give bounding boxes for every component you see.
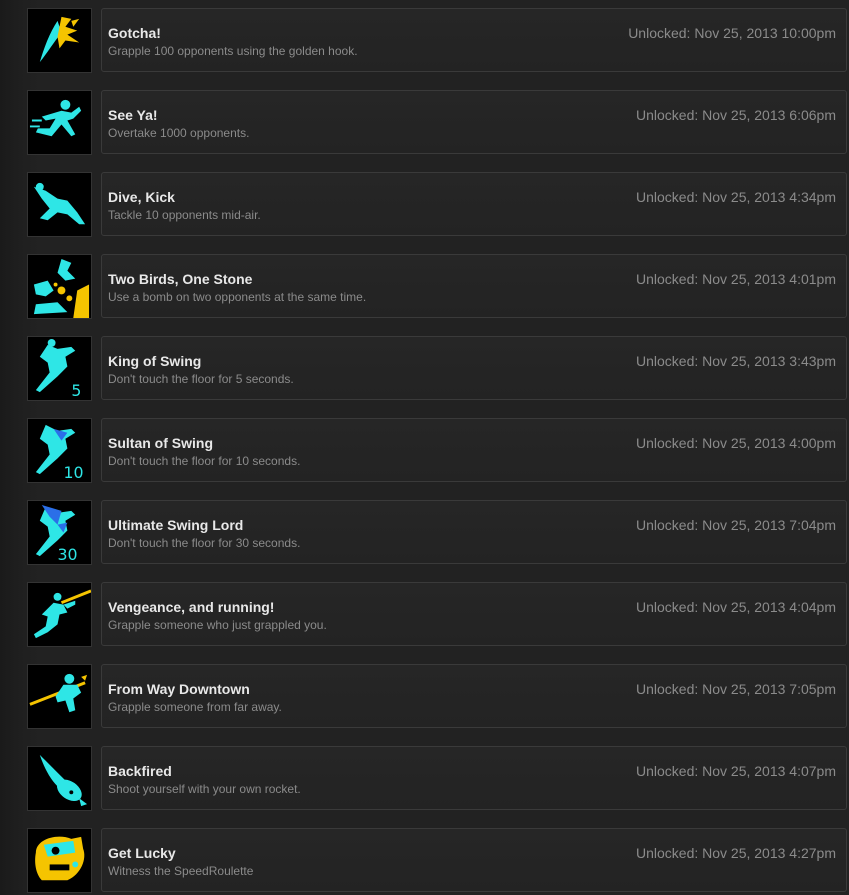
- swing-30-icon: 30: [27, 500, 92, 565]
- rocket-icon: [27, 746, 92, 811]
- achievement-card: King of Swing Don't touch the floor for …: [101, 336, 847, 400]
- unlock-date: Unlocked: Nov 25, 2013 4:00pm: [635, 435, 836, 451]
- unlock-date: Unlocked: Nov 25, 2013 4:27pm: [635, 845, 836, 861]
- bomb-explosion-icon: [27, 254, 92, 319]
- achievement-description: Tackle 10 opponents mid-air.: [108, 208, 261, 222]
- achievement-row[interactable]: Vengeance, and running! Grapple someone …: [0, 575, 849, 647]
- achievement-title: Sultan of Swing: [108, 435, 213, 451]
- achievement-card: Dive, Kick Tackle 10 opponents mid-air. …: [101, 172, 847, 236]
- achievement-row[interactable]: Get Lucky Witness the SpeedRoulette Unlo…: [0, 821, 849, 893]
- achievement-row[interactable]: 5 King of Swing Don't touch the floor fo…: [0, 329, 849, 401]
- icon-number: 30: [58, 545, 78, 564]
- achievement-description: Don't touch the floor for 5 seconds.: [108, 372, 294, 386]
- achievement-description: Grapple 100 opponents using the golden h…: [108, 44, 358, 58]
- unlock-date: Unlocked: Nov 25, 2013 4:04pm: [635, 599, 836, 615]
- icon-number: 10: [63, 463, 83, 482]
- achievement-title: Dive, Kick: [108, 189, 175, 205]
- achievement-description: Don't touch the floor for 30 seconds.: [108, 536, 301, 550]
- achievement-card: Backfired Shoot yourself with your own r…: [101, 746, 847, 810]
- roulette-face-icon: [27, 828, 92, 893]
- achievement-title: Get Lucky: [108, 845, 176, 861]
- achievement-title: See Ya!: [108, 107, 158, 123]
- icon-number: 5: [71, 381, 81, 400]
- unlock-date: Unlocked: Nov 25, 2013 7:05pm: [635, 681, 836, 697]
- achievement-title: Backfired: [108, 763, 172, 779]
- achievement-description: Grapple someone who just grappled you.: [108, 618, 327, 632]
- golden-hook-icon: [27, 8, 92, 73]
- achievement-description: Grapple someone from far away.: [108, 700, 282, 714]
- unlock-date: Unlocked: Nov 25, 2013 4:07pm: [635, 763, 836, 779]
- achievement-title: Ultimate Swing Lord: [108, 517, 244, 533]
- achievement-list: Gotcha! Grapple 100 opponents using the …: [0, 0, 849, 895]
- grapple-runner-icon: [27, 582, 92, 647]
- achievement-card: Two Birds, One Stone Use a bomb on two o…: [101, 254, 847, 318]
- achievement-card: Vengeance, and running! Grapple someone …: [101, 582, 847, 646]
- long-grapple-icon: [27, 664, 92, 729]
- unlock-date: Unlocked: Nov 25, 2013 3:43pm: [635, 353, 836, 369]
- achievement-row[interactable]: 30 Ultimate Swing Lord Don't touch the f…: [0, 493, 849, 565]
- achievement-description: Witness the SpeedRoulette: [108, 864, 254, 878]
- unlock-date: Unlocked: Nov 25, 2013 4:01pm: [635, 271, 836, 287]
- swing-5-icon: 5: [27, 336, 92, 401]
- dive-kick-icon: [27, 172, 92, 237]
- achievement-row[interactable]: See Ya! Overtake 1000 opponents. Unlocke…: [0, 83, 849, 155]
- unlock-date: Unlocked: Nov 25, 2013 4:34pm: [635, 189, 836, 205]
- achievement-row[interactable]: Backfired Shoot yourself with your own r…: [0, 739, 849, 811]
- achievement-description: Use a bomb on two opponents at the same …: [108, 290, 367, 304]
- swing-10-icon: 10: [27, 418, 92, 483]
- achievement-description: Overtake 1000 opponents.: [108, 126, 250, 140]
- unlock-date: Unlocked: Nov 25, 2013 7:04pm: [635, 517, 836, 533]
- achievement-row[interactable]: Two Birds, One Stone Use a bomb on two o…: [0, 247, 849, 319]
- achievement-row[interactable]: From Way Downtown Grapple someone from f…: [0, 657, 849, 729]
- achievement-row[interactable]: Gotcha! Grapple 100 opponents using the …: [0, 1, 849, 73]
- achievement-card: Ultimate Swing Lord Don't touch the floo…: [101, 500, 847, 564]
- achievement-card: From Way Downtown Grapple someone from f…: [101, 664, 847, 728]
- unlock-date: Unlocked: Nov 25, 2013 6:06pm: [635, 107, 836, 123]
- achievement-description: Don't touch the floor for 10 seconds.: [108, 454, 301, 468]
- achievement-title: King of Swing: [108, 353, 202, 369]
- achievement-description: Shoot yourself with your own rocket.: [108, 782, 301, 796]
- achievement-row[interactable]: Dive, Kick Tackle 10 opponents mid-air. …: [0, 165, 849, 237]
- achievement-card: Gotcha! Grapple 100 opponents using the …: [101, 8, 847, 72]
- achievement-card: Sultan of Swing Don't touch the floor fo…: [101, 418, 847, 482]
- achievement-title: Vengeance, and running!: [108, 599, 275, 615]
- achievement-title: From Way Downtown: [108, 681, 250, 697]
- unlock-date: Unlocked: Nov 25, 2013 10:00pm: [628, 25, 836, 41]
- running-figure-icon: [27, 90, 92, 155]
- achievement-title: Two Birds, One Stone: [108, 271, 253, 287]
- achievement-card: Get Lucky Witness the SpeedRoulette Unlo…: [101, 828, 847, 892]
- achievement-row[interactable]: 10 Sultan of Swing Don't touch the floor…: [0, 411, 849, 483]
- achievement-card: See Ya! Overtake 1000 opponents. Unlocke…: [101, 90, 847, 154]
- achievement-title: Gotcha!: [108, 25, 161, 41]
